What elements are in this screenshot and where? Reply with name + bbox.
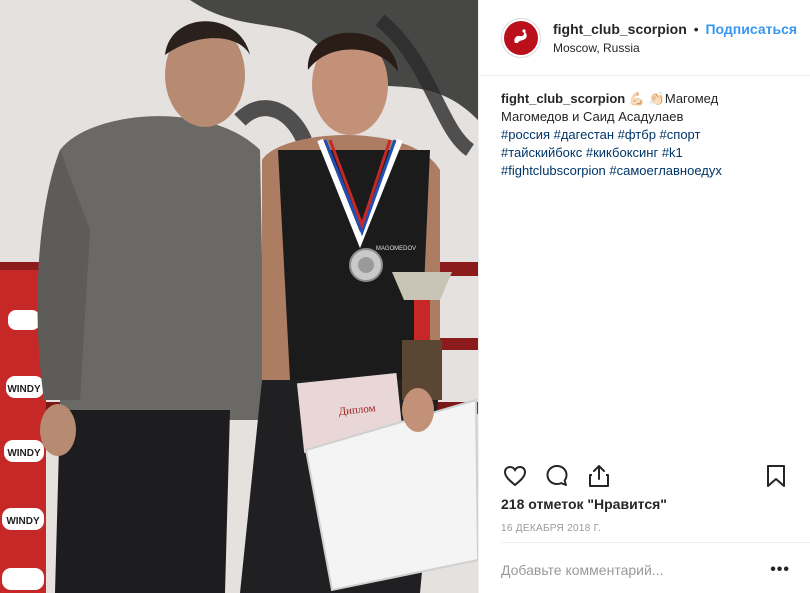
caption-text-line: fight_club_scorpion 💪🏻 👏🏻Магомед Магомед…: [501, 90, 786, 126]
post-sidebar: fight_club_scorpion • Подписаться Moscow…: [478, 0, 810, 593]
post-header: fight_club_scorpion • Подписаться Moscow…: [479, 0, 810, 76]
likes-count[interactable]: 218 отметок "Нравится": [501, 496, 667, 512]
photo-illustration: WINDY WINDY WINDY MAGOMEDOV Диплом: [0, 0, 478, 593]
follow-button[interactable]: Подписаться: [705, 21, 797, 37]
divider: [501, 542, 810, 543]
caption-hashtags-2[interactable]: #тайскийбокс #кикбоксинг #k1: [501, 144, 786, 162]
post-date: 16 декабря 2018 г.: [501, 523, 602, 534]
action-bar: [501, 462, 790, 490]
comment-input[interactable]: [501, 562, 766, 578]
location-link[interactable]: Moscow, Russia: [553, 40, 797, 56]
comment-form: •••: [501, 556, 790, 584]
speech-bubble-icon[interactable]: [543, 462, 571, 490]
more-options-button[interactable]: •••: [766, 561, 790, 579]
post-photo[interactable]: WINDY WINDY WINDY MAGOMEDOV Диплом: [0, 0, 478, 593]
caption-hashtags-3[interactable]: #fightclubscorpion #самоеглавноедух: [501, 162, 786, 180]
separator-dot: •: [693, 20, 699, 37]
heart-icon[interactable]: [501, 462, 529, 490]
vest-text: MAGOMEDOV: [376, 246, 416, 252]
avatar[interactable]: [501, 17, 541, 58]
username[interactable]: fight_club_scorpion: [553, 21, 687, 37]
banner-text-2: WINDY: [7, 448, 41, 459]
caption-username[interactable]: fight_club_scorpion: [501, 91, 625, 106]
instagram-post: WINDY WINDY WINDY MAGOMEDOV Диплом fight…: [0, 0, 810, 593]
caption-hashtags-1[interactable]: #россия #дагестан #фтбр #спорт: [501, 126, 786, 144]
banner-text-3: WINDY: [6, 516, 40, 527]
banner-text-1: WINDY: [7, 384, 41, 395]
caption: fight_club_scorpion 💪🏻 👏🏻Магомед Магомед…: [479, 76, 810, 593]
share-icon[interactable]: [585, 462, 613, 490]
scorpion-logo-icon: [504, 20, 538, 55]
bookmark-icon[interactable]: [762, 462, 790, 490]
